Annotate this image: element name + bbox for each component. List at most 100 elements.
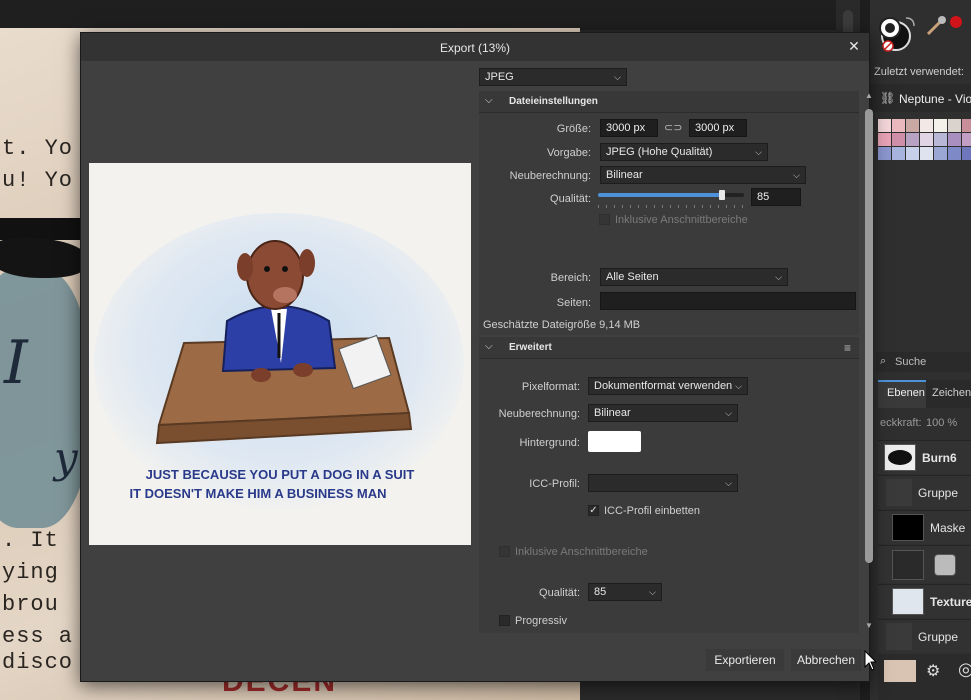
quality-slider-handle[interactable] (719, 190, 726, 200)
color-swatch[interactable] (906, 133, 919, 146)
preset-label: Vorgabe: (546, 147, 591, 159)
color-swatch[interactable] (948, 147, 961, 160)
palette-name: Neptune - Viol (899, 92, 971, 106)
background-color-swatch[interactable] (588, 431, 641, 452)
section-title: Dateieinstellungen (509, 96, 598, 107)
layer-row[interactable]: Gruppe (878, 619, 971, 653)
menu-icon[interactable]: ≡ (844, 341, 851, 355)
color-swatch[interactable] (892, 147, 905, 160)
preset-dropdown[interactable]: JPEG (Hohe Qualität) ⌵ (600, 143, 768, 161)
color-swatch[interactable] (878, 119, 891, 132)
include-bleed-checkbox[interactable] (599, 214, 610, 225)
close-icon[interactable]: ✕ (847, 39, 861, 53)
layer-row[interactable]: Maske (878, 510, 971, 544)
dialog-title: Export (13%) (439, 41, 511, 55)
layer-row[interactable] (878, 545, 971, 583)
color-swatch[interactable] (920, 147, 933, 160)
file-settings-header[interactable]: ⌵ Dateieinstellungen (479, 91, 859, 113)
icc-profile-dropdown[interactable]: ⌵ (588, 474, 738, 492)
pages-field[interactable] (600, 292, 856, 310)
layer-thumbnail (892, 588, 924, 615)
script-letter: y (54, 433, 78, 482)
height-field[interactable]: 3000 px (689, 119, 747, 137)
tab-layers[interactable]: Ebenen (887, 387, 925, 399)
color-swatch[interactable] (962, 147, 971, 160)
color-swatch[interactable] (892, 133, 905, 146)
preview-caption-line: IT DOESN'T MAKE HIM A BUSINESS MAN (129, 486, 386, 501)
recently-used-label: Zuletzt verwendet: (874, 66, 964, 78)
palette-selector[interactable]: ⛓ Neptune - Viol (870, 84, 971, 112)
color-swatch[interactable] (934, 147, 947, 160)
advanced-header[interactable]: ⌵ Erweitert ≡ (479, 337, 859, 359)
typewriter-line: ess a (2, 624, 74, 649)
black-stripe (0, 218, 90, 240)
quality-slider[interactable] (598, 190, 744, 200)
layer-row[interactable]: Texturel (878, 584, 971, 618)
preview-caption-line: JUST BECAUSE YOU PUT A DOG IN A SUIT (146, 467, 415, 482)
export-button[interactable]: Exportieren (706, 649, 784, 671)
color-swatch[interactable] (920, 133, 933, 146)
resample-dropdown[interactable]: Bilinear ⌵ (600, 166, 806, 184)
fx-icon[interactable]: ◎ (958, 659, 971, 680)
scroll-thumb[interactable] (865, 109, 873, 563)
color-selector-icon[interactable] (876, 10, 971, 56)
include-bleed-checkbox[interactable] (499, 546, 510, 557)
layer-row[interactable]: Burn6 (878, 440, 971, 474)
quality-value: 85 (594, 586, 607, 598)
section-title: Erweitert (509, 342, 552, 353)
color-swatch[interactable] (878, 147, 891, 160)
color-swatch[interactable] (920, 119, 933, 132)
color-swatch[interactable] (934, 119, 947, 132)
resample-dropdown[interactable]: Bilinear ⌵ (588, 404, 738, 422)
dialog-title-bar[interactable]: Export (13%) ✕ (81, 33, 869, 61)
search-icon: ⌕ (880, 355, 887, 367)
embed-icc-checkbox[interactable]: ✓ (588, 505, 599, 516)
opacity-value[interactable]: 100 % (926, 417, 957, 429)
area-value: Alle Seiten (606, 271, 659, 283)
filter-thumbnail (934, 554, 956, 576)
format-dropdown[interactable]: JPEG ⌵ (479, 68, 627, 86)
estimated-file-size: Geschätzte Dateigröße 9,14 MB (483, 319, 641, 331)
color-swatch[interactable] (906, 119, 919, 132)
layer-thumbnail (884, 444, 916, 471)
color-swatch[interactable] (906, 147, 919, 160)
cancel-button[interactable]: Abbrechen (791, 649, 861, 671)
settings-scrollbar[interactable]: ▲ ▼ (865, 91, 873, 633)
color-swatch[interactable] (892, 119, 905, 132)
color-swatch[interactable] (948, 119, 961, 132)
typewriter-line: u! Yo (2, 168, 74, 193)
search-field[interactable]: ⌕ Suche (876, 352, 971, 372)
area-dropdown[interactable]: Alle Seiten ⌵ (600, 268, 788, 286)
width-field[interactable]: 3000 px (600, 119, 658, 137)
typewriter-line: t. Yo (2, 136, 74, 161)
color-swatch[interactable] (948, 133, 961, 146)
preset-value: JPEG (Hohe Qualität) (606, 146, 713, 158)
preview-illustration: JUST BECAUSE YOU PUT A DOG IN A SUIT IT … (89, 163, 471, 545)
resample-value: Bilinear (594, 407, 631, 419)
resample-label: Neuberechnung: (509, 170, 591, 182)
quality-field[interactable]: 85 (751, 188, 801, 206)
layer-row[interactable]: Gruppe (878, 475, 971, 509)
pixel-format-dropdown[interactable]: Dokumentformat verwenden ⌵ (588, 377, 748, 395)
scroll-down-icon[interactable]: ▼ (865, 621, 873, 630)
layer-name: Gruppe (918, 486, 959, 500)
progressive-checkbox[interactable] (499, 615, 510, 626)
size-label: Größe: (556, 123, 591, 135)
adjustment-icon[interactable]: ⚙ (926, 661, 940, 681)
quality-dropdown[interactable]: 85 ⌵ (588, 583, 662, 601)
scroll-up-icon[interactable]: ▲ (865, 91, 873, 100)
chevron-down-icon: ⌵ (775, 272, 782, 282)
link-icon[interactable]: ⊂⊃ (664, 121, 682, 134)
color-swatch[interactable] (878, 133, 891, 146)
tab-characters[interactable]: Zeichen (932, 387, 971, 399)
color-swatch[interactable] (962, 119, 971, 132)
layer-name: Gruppe (918, 630, 959, 644)
icc-profile-label: ICC-Profil: (529, 478, 580, 490)
color-swatch[interactable] (962, 133, 971, 146)
export-dialog: Export (13%) ✕ JUST BECAUSE YOU PUT A DO… (80, 32, 873, 682)
search-placeholder: Suche (895, 356, 927, 368)
script-letter: I (4, 328, 28, 398)
chevron-down-icon: ⌵ (649, 587, 656, 597)
color-swatch[interactable] (934, 133, 947, 146)
include-bleed-label: Inklusive Anschnittbereiche (615, 214, 748, 226)
